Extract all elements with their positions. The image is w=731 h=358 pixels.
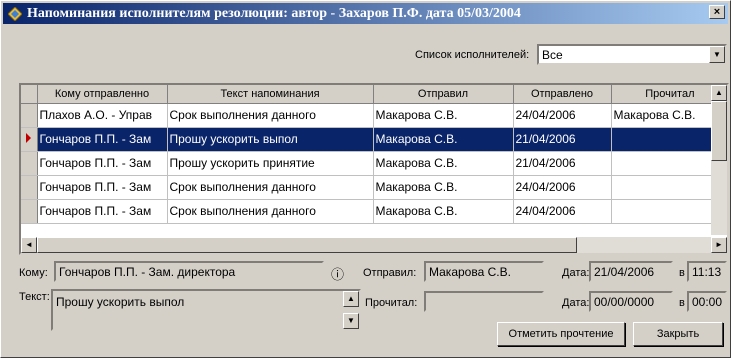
table-cell: [611, 151, 714, 176]
table-cell: Плахов А.О. - Управ: [37, 103, 168, 128]
row-indicator: [21, 175, 38, 200]
reminders-dialog: Напоминания исполнителям резолюции: авто…: [0, 0, 731, 358]
table-cell: 24/04/2006: [513, 103, 612, 128]
horizontal-scroll-thumb[interactable]: [37, 237, 577, 253]
column-header[interactable]: Отправил: [373, 85, 514, 104]
title-bar[interactable]: Напоминания исполнителям резолюции: авто…: [3, 3, 728, 24]
sent-date-label: Дата:: [562, 267, 590, 279]
close-button[interactable]: Закрыть: [633, 322, 723, 346]
table-cell: [611, 127, 714, 152]
indicator-header: [21, 85, 38, 104]
table-cell: Макарова С.В.: [611, 103, 714, 128]
table-header: Кому отправленно Текст напоминания Отпра…: [21, 85, 714, 104]
sent-time-prefix: в: [679, 267, 685, 279]
read-date-label: Дата:: [562, 297, 590, 309]
scroll-right-icon[interactable]: ►: [711, 237, 727, 253]
table-cell: Прошу ускорить выпол: [167, 127, 374, 152]
scroll-up-icon[interactable]: ▲: [343, 291, 359, 307]
read-date-field: 00/00/0000: [589, 291, 673, 312]
table-row[interactable]: Гончаров П.П. - Зам Срок выполнения данн…: [21, 175, 714, 200]
to-label: Кому:: [19, 267, 48, 279]
table-cell: 21/04/2006: [513, 151, 612, 176]
reminder-text: Прошу ускорить выпол: [56, 295, 185, 309]
table-cell: Гончаров П.П. - Зам: [37, 175, 168, 200]
read-time-prefix: в: [679, 297, 685, 309]
table-cell: Макарова С.В.: [373, 175, 514, 200]
to-field: Гончаров П.П. - Зам. директора: [54, 261, 324, 282]
table-cell: Гончаров П.П. - Зам: [37, 127, 168, 152]
table-cell: Гончаров П.П. - Зам: [37, 151, 168, 176]
text-label: Текст:: [19, 291, 50, 303]
row-indicator: [21, 103, 38, 128]
executors-filter-value: Все: [542, 48, 563, 62]
table-row[interactable]: Плахов А.О. - Управ Срок выполнения данн…: [21, 103, 714, 128]
scroll-down-icon[interactable]: ▼: [343, 313, 359, 329]
table-cell: Срок выполнения данного: [167, 103, 374, 128]
table-cell: 24/04/2006: [513, 175, 612, 200]
sender-field: Макарова С.В.: [424, 261, 544, 282]
table-cell: 24/04/2006: [513, 199, 612, 224]
row-indicator: [21, 199, 38, 224]
table-cell: Макарова С.В.: [373, 199, 514, 224]
chevron-down-icon[interactable]: ▼: [709, 46, 725, 63]
vertical-scroll-thumb[interactable]: [711, 101, 727, 161]
table-row[interactable]: Гончаров П.П. - Зам Прошу ускорить приня…: [21, 151, 714, 176]
table-cell: Срок выполнения данного: [167, 175, 374, 200]
table-row[interactable]: Гончаров П.П. - Зам Срок выполнения данн…: [21, 199, 714, 224]
mark-read-button[interactable]: Отметить прочтение: [497, 322, 625, 346]
reminders-table[interactable]: Кому отправленно Текст напоминания Отпра…: [19, 83, 729, 255]
column-header[interactable]: Отправлено: [513, 85, 612, 104]
current-row-arrow-icon: [21, 127, 38, 152]
table-cell: Макарова С.В.: [373, 151, 514, 176]
vertical-scrollbar[interactable]: ▲: [711, 85, 727, 235]
table-cell: Макарова С.В.: [373, 127, 514, 152]
table-cell: Гончаров П.П. - Зам: [37, 199, 168, 224]
table-cell: [611, 175, 714, 200]
reader-field: [424, 291, 544, 312]
table-cell: [611, 199, 714, 224]
table-cell: Прошу ускорить принятие: [167, 151, 374, 176]
horizontal-scrollbar[interactable]: ◄: [21, 237, 711, 253]
scroll-left-icon[interactable]: ◄: [21, 237, 37, 253]
executors-filter-label: Список исполнителей:: [415, 49, 530, 61]
column-header[interactable]: Текст напоминания: [167, 85, 374, 104]
column-header[interactable]: Прочитал: [611, 85, 714, 104]
reader-label: Прочитал:: [365, 297, 418, 309]
close-icon[interactable]: ×: [709, 5, 725, 19]
row-indicator: [21, 151, 38, 176]
scroll-up-icon[interactable]: ▲: [711, 85, 727, 101]
window-title: Напоминания исполнителям резолюции: авто…: [27, 5, 521, 21]
sender-label: Отправил:: [363, 267, 417, 279]
info-icon[interactable]: ⓘ: [331, 264, 344, 283]
column-header[interactable]: Кому отправленно: [37, 85, 168, 104]
reminder-text-area: Прошу ускорить выпол ▲ ▼: [51, 289, 361, 331]
table-row-selected[interactable]: Гончаров П.П. - Зам Прошу ускорить выпол…: [21, 127, 714, 152]
sent-time-field: 11:13: [687, 261, 727, 282]
table-cell: Макарова С.В.: [373, 103, 514, 128]
diamond-app-icon: [7, 6, 23, 22]
executors-filter-select[interactable]: Все ▼: [537, 44, 727, 65]
read-time-field: 00:00: [687, 291, 727, 312]
table-cell: 21/04/2006: [513, 127, 612, 152]
sent-date-field: 21/04/2006: [589, 261, 673, 282]
table-cell: Срок выполнения данного: [167, 199, 374, 224]
